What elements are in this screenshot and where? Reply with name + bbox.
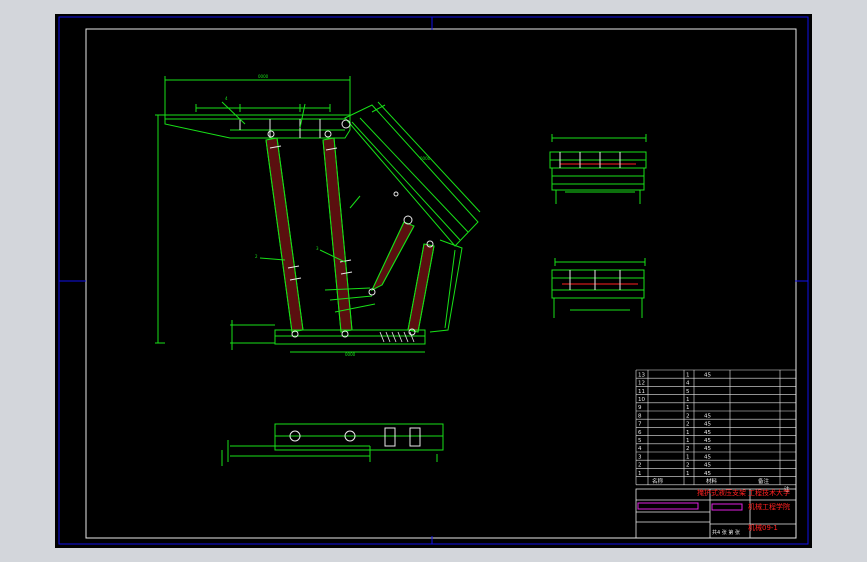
part-row-material: 45 [704,471,711,477]
school-line2: 机械工程学院 [748,502,790,511]
part-row-qty: 1 [686,471,690,477]
part-row-qty: 5 [686,389,690,395]
part-row-qty: 2 [686,446,690,452]
part-row-number: 12 [638,381,645,387]
part-row-material: 45 [704,430,711,436]
part-row-number: 2 [638,463,642,469]
part-row-qty: 1 [686,430,690,436]
part-row-material: 45 [704,438,711,444]
drawing-number: 机械09-1 [748,523,778,532]
part-row-material: 45 [704,463,711,469]
part-row-number: 1 [638,471,642,477]
part-row-material: 45 [704,446,711,452]
svg-text:0000: 0000 [420,156,431,161]
part-row-number: 10 [638,397,645,403]
part-row-material: 45 [704,422,711,428]
part-row-qty: 2 [686,463,690,469]
part-row-number: 3 [638,454,642,460]
drawing-title: 掩护式液压支架 [697,488,746,497]
part-row-qty: 1 [686,454,690,460]
svg-text:0000: 0000 [345,352,356,357]
part-row-number: 13 [638,372,645,378]
cad-viewer-canvas[interactable]: 0000 0000 0000 4 2 3 13 1 4512 411 510 1… [0,0,867,562]
part-row-number: 5 [638,438,642,444]
sheet-count: 共4 张 第 张 [712,529,740,536]
part-row-number: 8 [638,413,642,419]
part-row-material: 45 [704,413,711,419]
part-row-qty: 4 [686,381,690,387]
part-row-number: 7 [638,422,642,428]
header-material: 材料 [706,477,718,485]
part-row-qty: 2 [686,413,690,419]
part-row-qty: 1 [686,372,690,378]
part-row-number: 4 [638,446,642,452]
header-name: 名称 [652,477,664,485]
part-row-material: 45 [704,454,711,460]
part-row-number: 9 [638,405,642,411]
part-row-number: 11 [638,389,645,395]
svg-text:0000: 0000 [258,74,269,79]
school-line1: 工程技术大学 [748,488,790,497]
part-row-qty: 1 [686,438,690,444]
header-remark: 备注 [758,477,770,485]
part-row-qty: 2 [686,422,690,428]
part-row-material: 45 [704,372,711,378]
drawing-sheet [55,14,812,548]
part-row-number: 6 [638,430,642,436]
part-row-qty: 1 [686,397,690,403]
part-row-qty: 1 [686,405,690,411]
